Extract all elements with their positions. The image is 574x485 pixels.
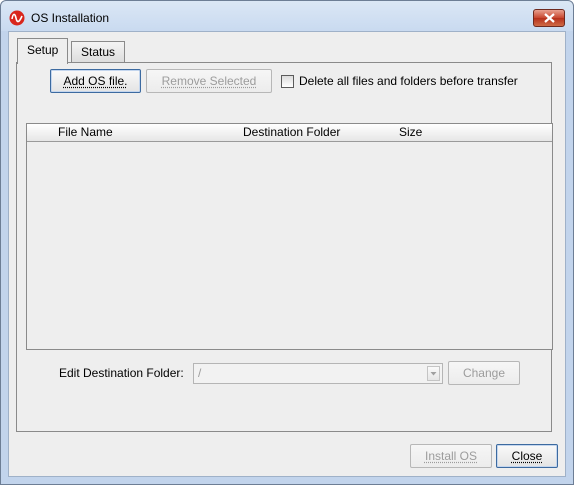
table-header: File Name Destination Folder Size [27,124,552,142]
setup-panel: Add OS file. Remove Selected Delete all … [16,62,553,432]
close-label: Close [511,449,543,463]
column-header-size[interactable]: Size [399,125,422,139]
destination-folder-value: / [198,366,202,380]
remove-selected-button[interactable]: Remove Selected [146,69,272,93]
os-installation-window: OS Installation Setup Status Add OS file… [0,0,574,485]
destination-folder-combo[interactable]: / [193,363,443,384]
delete-all-checkbox[interactable] [281,75,294,88]
tab-status[interactable]: Status [71,41,126,63]
window-title: OS Installation [31,11,110,25]
install-os-label: Install OS [424,449,478,463]
add-os-file-label: Add OS file. [63,74,128,88]
column-header-destination-folder[interactable]: Destination Folder [243,125,340,139]
ti-logo-icon [9,10,25,26]
title-bar[interactable]: OS Installation [1,1,573,31]
tab-setup[interactable]: Setup [17,38,69,64]
window-close-button[interactable] [533,9,565,27]
dialog-client-area: Setup Status Add OS file. Remove Selecte… [8,31,566,477]
change-label: Change [462,366,506,380]
edit-destination-folder-label: Edit Destination Folder: [59,366,184,380]
change-button[interactable]: Change [448,361,520,385]
delete-all-label: Delete all files and folders before tran… [299,74,518,88]
add-os-file-button[interactable]: Add OS file. [50,69,141,93]
remove-selected-label: Remove Selected [161,74,257,88]
install-os-button[interactable]: Install OS [410,444,492,468]
os-files-table[interactable]: File Name Destination Folder Size [26,123,553,350]
combo-dropdown-button[interactable] [427,366,440,381]
close-icon [544,13,555,23]
close-button[interactable]: Close [496,444,558,468]
chevron-down-icon [430,372,437,376]
column-header-file-name[interactable]: File Name [58,125,113,139]
